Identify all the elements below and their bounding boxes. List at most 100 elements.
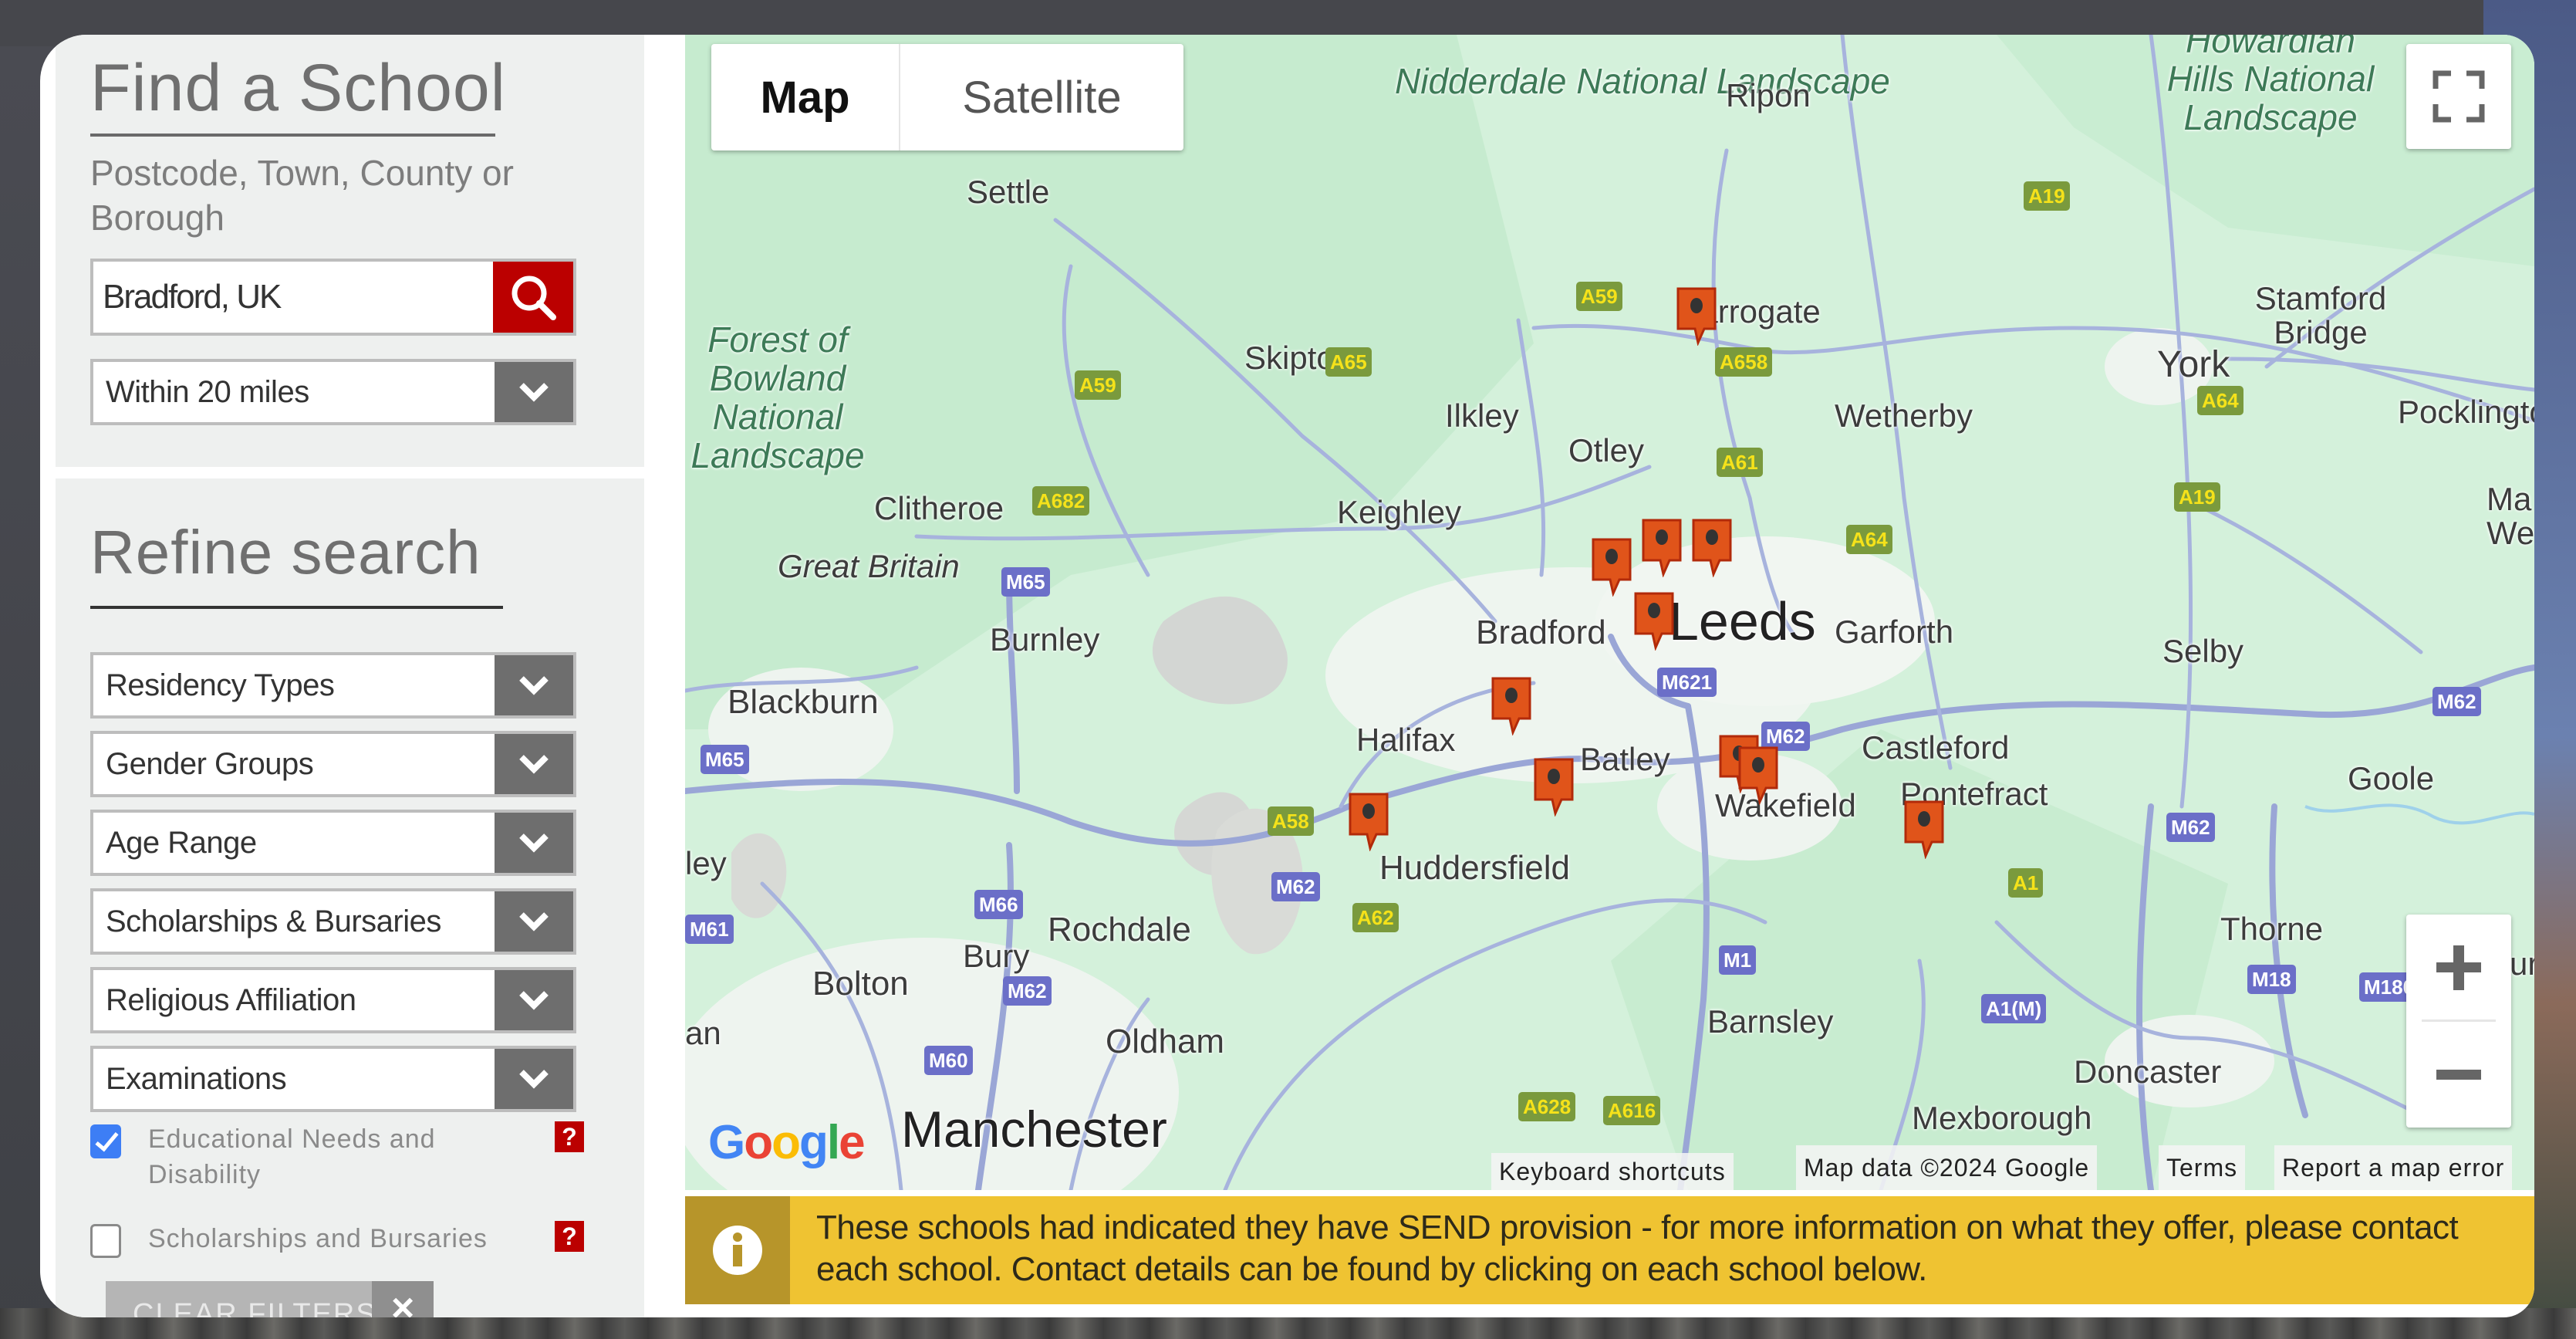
tab-map[interactable]: Map [711,44,900,150]
radius-select[interactable]: Within 20 miles [90,359,576,425]
report-map-error-link[interactable]: Report a map error [2274,1145,2513,1190]
place-label: Doncaster [2074,1053,2222,1090]
fullscreen-icon [2433,70,2485,123]
place-label: Thorne [2220,911,2324,947]
school-marker[interactable] [1491,675,1531,736]
road-shield: A59 [1576,282,1622,311]
info-icon [713,1226,762,1275]
school-marker[interactable] [1634,590,1674,651]
map-pin-icon [1634,592,1674,651]
select-label: Examinations [106,1062,287,1096]
place-label: Huddersfield [1379,849,1571,887]
school-map[interactable]: Map Satellite Nidderdale National Landsc… [685,35,2534,1190]
school-marker[interactable] [1676,286,1717,347]
school-marker[interactable] [1904,799,1944,860]
place-label: Ilkley [1445,397,1519,434]
place-label: Bury [963,938,1030,974]
place-label: York [2157,344,2230,385]
select-label: Scholarships & Bursaries [106,905,441,938]
place-label: Oldham [1106,1023,1225,1060]
residency-types-select[interactable]: Residency Types [90,652,576,719]
place-label: Leeds [1669,591,1816,651]
scholarships-help-icon[interactable]: ? [555,1221,584,1252]
age-range-select[interactable]: Age Range [90,810,576,876]
google-logo[interactable]: Google [708,1115,866,1170]
place-label: Keighley [1337,494,1462,530]
map-pin-icon [1592,538,1632,597]
clear-filters-label: CLEAR FILTERS [133,1298,377,1317]
road-shield: A1(M) [1981,994,2047,1023]
road-shield: A19 [2174,482,2220,512]
place-label: Forest of Bowland National Landscape [690,320,865,475]
gender-groups-select[interactable]: Gender Groups [90,731,576,797]
road-shield: M66 [974,890,1023,919]
road-shield: A19 [2024,181,2070,211]
road-shield: M1 [1719,945,1757,975]
school-marker[interactable] [1592,536,1632,597]
clear-filters-button[interactable]: CLEAR FILTERS × [106,1281,434,1317]
road-shield: M65 [1001,567,1050,597]
zoom-out-button[interactable] [2406,1022,2511,1128]
send-help-icon[interactable]: ? [555,1121,584,1152]
keyboard-shortcuts-link[interactable]: Keyboard shortcuts [1491,1153,1734,1190]
refine-title: Refine search [90,518,481,587]
location-search [90,259,576,336]
place-label: Clitheroe [874,490,1004,526]
map-pin-icon [1491,677,1531,736]
scholarships-checkbox[interactable] [90,1224,121,1258]
radius-select-value: Within 20 miles [106,375,309,409]
chevron-down-icon [495,655,573,715]
info-icon-box [685,1196,790,1304]
road-shield: A58 [1268,806,1314,836]
place-label: Mexborough [1912,1100,2092,1136]
zoom-in-button[interactable] [2406,915,2511,1020]
road-shield: A628 [1518,1092,1576,1121]
school-marker[interactable] [1738,745,1778,806]
school-marker[interactable] [1349,791,1389,852]
scholarships-select[interactable]: Scholarships & Bursaries [90,888,576,955]
school-marker[interactable] [1692,517,1732,578]
road-shield: A64 [2197,386,2243,415]
religious-affiliation-select[interactable]: Religious Affiliation [90,967,576,1033]
scholarships-checkbox-label[interactable]: Scholarships and Bursaries [148,1221,534,1256]
chevron-down-icon [495,734,573,794]
title-divider [90,134,495,137]
send-checkbox[interactable] [90,1124,121,1158]
school-marker[interactable] [1642,517,1682,578]
road-shield: A1 [2008,868,2044,898]
place-label: Castleford [1862,729,2010,766]
place-label: Manchester [901,1101,1167,1158]
school-marker[interactable] [1534,756,1574,817]
plus-icon [2436,945,2481,990]
send-filter-row: Educational Needs and Disability ? [90,1121,584,1199]
tab-satellite[interactable]: Satellite [900,44,1183,150]
place-label: Garforth [1835,614,1954,650]
map-pin-icon [1692,519,1732,578]
select-label: Age Range [106,826,257,860]
send-checkbox-label[interactable]: Educational Needs and Disability [148,1121,488,1192]
place-label: Settle [967,174,1050,210]
select-label: Residency Types [106,668,335,702]
terms-link[interactable]: Terms [2159,1145,2246,1190]
page-title: Find a School [90,51,506,125]
road-shield: A59 [1075,370,1121,400]
fullscreen-button[interactable] [2406,44,2511,149]
search-button[interactable] [493,262,573,333]
select-label: Gender Groups [106,747,314,781]
road-shield: M621 [1657,668,1717,697]
place-label: Wetherby [1835,397,1973,434]
road-shield: A616 [1603,1096,1661,1125]
location-label: Postcode, Town, County or Borough [90,153,514,238]
chevron-down-icon [495,362,573,422]
chevron-down-icon [495,813,573,873]
chevron-down-icon [495,1049,573,1109]
map-data-attribution: Map data ©2024 Google [1796,1145,2098,1190]
search-icon [511,276,556,320]
place-label: Stamford Bridge [2254,280,2387,350]
place-label: Bradford [1476,614,1606,651]
place-label: Rochdale [1048,911,1191,948]
map-pin-icon [1904,800,1944,860]
examinations-select[interactable]: Examinations [90,1046,576,1112]
place-label: ley [685,845,727,881]
location-input[interactable] [103,262,488,333]
